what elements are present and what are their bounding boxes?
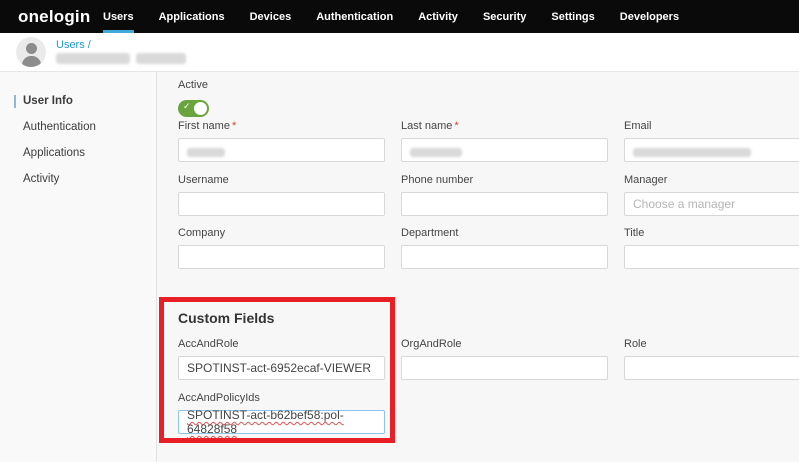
company-field-group: Company <box>178 227 385 269</box>
title-label: Title <box>624 227 799 239</box>
top-navbar: onelogin Users Applications Devices Auth… <box>0 0 799 33</box>
page-header: Users / <box>0 33 799 72</box>
last-name-field-group: Last name* <box>401 120 608 162</box>
sidebar-item-user-info[interactable]: User Info <box>0 88 156 114</box>
username-field-group: Username <box>178 174 385 216</box>
manager-input[interactable] <box>624 192 799 216</box>
accandrole-field-group: AccAndRole <box>178 338 385 380</box>
company-label: Company <box>178 227 385 239</box>
accandpolicyids-input[interactable]: SPOTINST-act-b62bef58:pol-64828f58 <box>178 410 385 434</box>
phone-number-input[interactable] <box>401 192 608 216</box>
organdrole-label: OrgAndRole <box>401 338 608 350</box>
last-name-label: Last name* <box>401 120 608 132</box>
email-field-group: Email <box>624 120 799 162</box>
department-label: Department <box>401 227 608 239</box>
department-input[interactable] <box>401 245 608 269</box>
nav-item-security[interactable]: Security <box>483 0 526 33</box>
company-input[interactable] <box>178 245 385 269</box>
custom-fields-heading: Custom Fields <box>178 310 274 326</box>
phone-number-label: Phone number <box>401 174 608 186</box>
redacted-first-name <box>187 148 225 157</box>
nav-menu: Users Applications Devices Authenticatio… <box>103 0 679 33</box>
role-label: Role <box>624 338 799 350</box>
redacted-last-name <box>410 148 462 157</box>
accandpolicyids-field-group: AccAndPolicyIds SPOTINST-act-b62bef58:po… <box>178 392 385 434</box>
user-avatar-icon <box>16 37 46 67</box>
title-field-group: Title <box>624 227 799 269</box>
sidebar: User Info Authentication Applications Ac… <box>0 72 157 462</box>
accandpolicyids-label: AccAndPolicyIds <box>178 392 385 404</box>
nav-item-users[interactable]: Users <box>103 0 134 33</box>
active-toggle-group: Active ✓ <box>178 75 385 117</box>
redacted-user-name <box>136 53 186 64</box>
nav-item-authentication[interactable]: Authentication <box>316 0 393 33</box>
nav-item-applications[interactable]: Applications <box>159 0 225 33</box>
email-label: Email <box>624 120 799 132</box>
breadcrumb-users-link[interactable]: Users / <box>56 39 91 51</box>
redacted-email <box>633 148 751 157</box>
role-input[interactable] <box>624 356 799 380</box>
accandrole-input[interactable] <box>178 356 385 380</box>
first-name-label: First name* <box>178 120 385 132</box>
department-field-group: Department <box>401 227 608 269</box>
accandpolicyids-value: SPOTINST-act-b62bef58:pol-64828f58 <box>187 408 376 436</box>
manager-field-group: Manager <box>624 174 799 216</box>
username-input[interactable] <box>178 192 385 216</box>
manager-label: Manager <box>624 174 799 186</box>
nav-item-developers[interactable]: Developers <box>620 0 679 33</box>
title-input[interactable] <box>624 245 799 269</box>
nav-item-activity[interactable]: Activity <box>418 0 458 33</box>
check-icon: ✓ <box>183 101 191 112</box>
organdrole-input[interactable] <box>401 356 608 380</box>
username-label: Username <box>178 174 385 186</box>
user-info-form: Active ✓ First name* Last name* Email Us… <box>158 72 799 462</box>
sidebar-item-activity[interactable]: Activity <box>0 166 156 192</box>
organdrole-field-group: OrgAndRole <box>401 338 608 380</box>
first-name-field-group: First name* <box>178 120 385 162</box>
onelogin-logo: onelogin <box>18 7 74 27</box>
toggle-knob <box>194 102 207 115</box>
active-label: Active <box>178 79 208 91</box>
redacted-user-name <box>56 53 130 64</box>
role-field-group: Role <box>624 338 799 380</box>
required-marker: * <box>454 120 458 132</box>
accandrole-label: AccAndRole <box>178 338 385 350</box>
sidebar-item-applications[interactable]: Applications <box>0 140 156 166</box>
sidebar-item-authentication[interactable]: Authentication <box>0 114 156 140</box>
nav-item-settings[interactable]: Settings <box>551 0 594 33</box>
required-marker: * <box>232 120 236 132</box>
phone-number-field-group: Phone number <box>401 174 608 216</box>
active-toggle[interactable]: ✓ <box>178 100 209 117</box>
nav-item-devices[interactable]: Devices <box>250 0 292 33</box>
